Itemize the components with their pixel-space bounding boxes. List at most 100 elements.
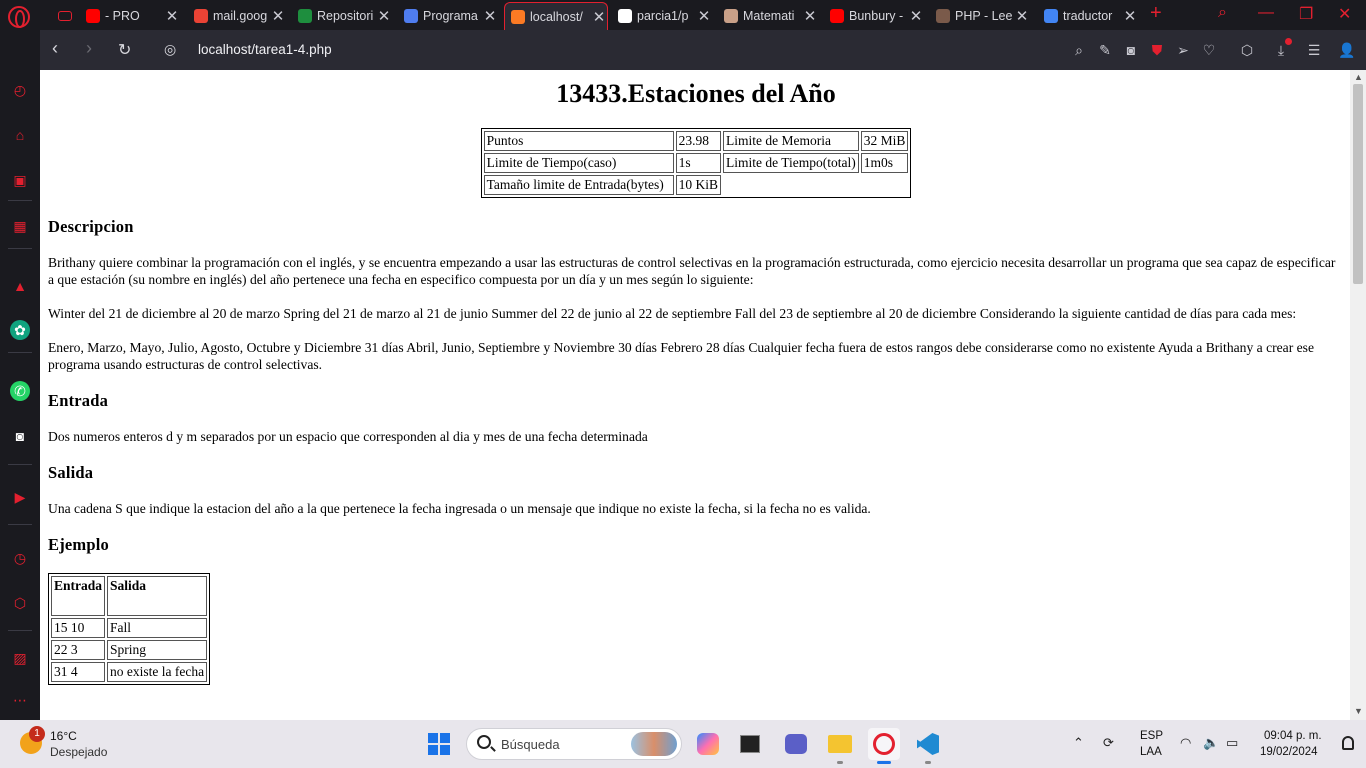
adblock-shield-icon[interactable]: ⛊ [1148,41,1166,59]
scroll-down-arrow-icon[interactable]: ▼ [1354,706,1363,716]
terminal-app-icon[interactable] [734,728,766,760]
show-hidden-icons-chevron-icon[interactable]: ⌃ [1073,735,1084,751]
new-tab-button[interactable]: + [1150,2,1162,25]
tab[interactable]: - PRO ✕ [80,2,180,30]
speed-dial-icon[interactable]: ◴ [10,80,30,100]
close-tab-icon[interactable]: ✕ [164,7,180,25]
chat-icon [785,734,807,754]
tab-pinned-gx[interactable] [52,2,76,30]
whatsapp-icon[interactable]: ✆ [10,381,30,401]
notification-bell-icon[interactable] [1342,736,1354,750]
wifi-icon[interactable]: ◠ [1180,735,1191,751]
file-explorer-app-icon[interactable] [824,728,856,764]
tab[interactable]: Bunbury - ✕ [824,2,924,30]
gx-control-icon[interactable]: ▦ [10,216,30,236]
aria-icon[interactable]: ▲ [10,276,30,296]
scroll-up-arrow-icon[interactable]: ▲ [1354,72,1363,82]
sync-icon[interactable]: ⟳ [1103,735,1114,751]
opera-logo-icon[interactable] [8,6,30,28]
easy-setup-icon[interactable]: ☰ [1305,41,1323,59]
snapshot-icon[interactable]: ◙ [1122,41,1140,59]
input-description: Dos numeros enteros d y m separados por … [48,429,648,444]
sidebar-divider [8,352,32,353]
copilot-icon [697,733,719,755]
close-tab-icon[interactable]: ✕ [376,7,392,25]
xampp-icon [511,9,525,24]
omega-icon [404,9,418,23]
tab[interactable]: Matemati ✕ [718,2,818,30]
weather-description[interactable]: Despejado [50,745,107,759]
history-icon[interactable]: ◷ [10,548,30,568]
search-highlight-image [631,732,677,756]
tab-title: traductor [1063,9,1113,23]
forward-button[interactable]: › [86,38,92,59]
opera-gx-app-icon[interactable] [868,728,900,764]
zoom-icon[interactable]: ⌕ [1070,41,1088,59]
maximize-button[interactable]: ❐ [1299,4,1313,24]
scroll-thumb[interactable] [1353,84,1363,284]
tab[interactable]: PHP - Lee ✕ [930,2,1030,30]
close-window-button[interactable]: ✕ [1338,4,1351,24]
example-output: Fall [107,618,208,638]
close-tab-icon[interactable]: ✕ [270,7,286,25]
heart-icon[interactable]: ♡ [1200,41,1218,59]
gamepad-icon [58,11,72,21]
wallpaper-icon[interactable]: ▨ [10,648,30,668]
tab-title: Matemati [743,9,795,23]
vscode-app-icon[interactable] [912,728,944,764]
close-tab-icon[interactable]: ✕ [908,7,924,25]
keyboard-layout[interactable]: LAA [1140,746,1162,758]
site-info-icon[interactable]: ◎ [164,41,176,58]
taskbar-search[interactable]: Búsqueda [466,728,682,760]
close-tab-icon[interactable]: ✕ [696,7,712,25]
tab[interactable]: parcia1/p ✕ [612,2,712,30]
language-indicator[interactable]: ESP [1140,730,1163,742]
opera-icon [873,733,895,755]
copilot-app-icon[interactable] [692,728,724,760]
close-tab-icon[interactable]: ✕ [482,7,498,25]
tab[interactable]: traductor ✕ [1038,2,1138,30]
volume-icon[interactable]: 🔈 [1203,735,1219,751]
teams-app-icon[interactable] [780,728,812,760]
cube-icon[interactable]: ⬡ [1238,41,1256,59]
send-icon[interactable]: ➢ [1174,41,1192,59]
clock-time[interactable]: 09:04 p. m. [1264,730,1322,742]
discord-icon[interactable]: ◙ [10,426,30,446]
input-size-value: 10 KiB [675,175,721,195]
search-tabs-icon[interactable]: ⌕ [1218,4,1227,22]
back-button[interactable]: ‹ [52,38,58,59]
minimize-button[interactable]: — [1258,4,1274,22]
share-icon[interactable]: ✎ [1096,41,1114,59]
tab[interactable]: mail.goog ✕ [188,2,286,30]
twitch-icon[interactable]: ▣ [10,170,30,190]
reload-button[interactable]: ↻ [118,40,131,60]
description-paragraph-1: Brithany quiere combinar la programación… [48,255,1336,287]
running-indicator [837,761,843,764]
chatgpt-icon[interactable]: ✿ [10,320,30,340]
more-icon[interactable]: ⋯ [10,690,30,710]
profile-icon[interactable]: 👤 [1338,41,1356,59]
tab-active[interactable]: localhost/ ✕ [504,2,608,30]
gx-corner-icon[interactable]: ⌂ [10,125,30,145]
weather-badge: 1 [29,726,45,742]
close-tab-icon[interactable]: ✕ [802,7,818,25]
time-limit-case-label: Limite de Tiempo(caso) [483,153,674,173]
sidebar-divider [8,200,32,201]
table-row: 22 3 Spring [51,640,208,660]
player-icon[interactable]: ▶ [10,487,30,507]
vertical-scrollbar[interactable]: ▲ ▼ [1350,70,1366,720]
youtube-icon [86,9,100,23]
close-tab-icon[interactable]: ✕ [1014,7,1030,25]
empty-cell [723,175,859,195]
battery-icon[interactable]: ▭ [1226,735,1238,751]
start-button[interactable] [428,733,450,755]
url-field[interactable]: localhost/tarea1-4.php [198,42,332,57]
tab[interactable]: Programa ✕ [398,2,498,30]
tab[interactable]: Repositori ✕ [292,2,392,30]
clock-date[interactable]: 19/02/2024 [1260,746,1318,758]
extensions-icon[interactable]: ⬡ [10,593,30,613]
web-content: 13433.Estaciones del Año Puntos 23.98 Li… [40,70,1366,720]
close-tab-icon[interactable]: ✕ [591,8,607,26]
close-tab-icon[interactable]: ✕ [1122,7,1138,25]
weather-temperature[interactable]: 16°C [50,729,77,743]
